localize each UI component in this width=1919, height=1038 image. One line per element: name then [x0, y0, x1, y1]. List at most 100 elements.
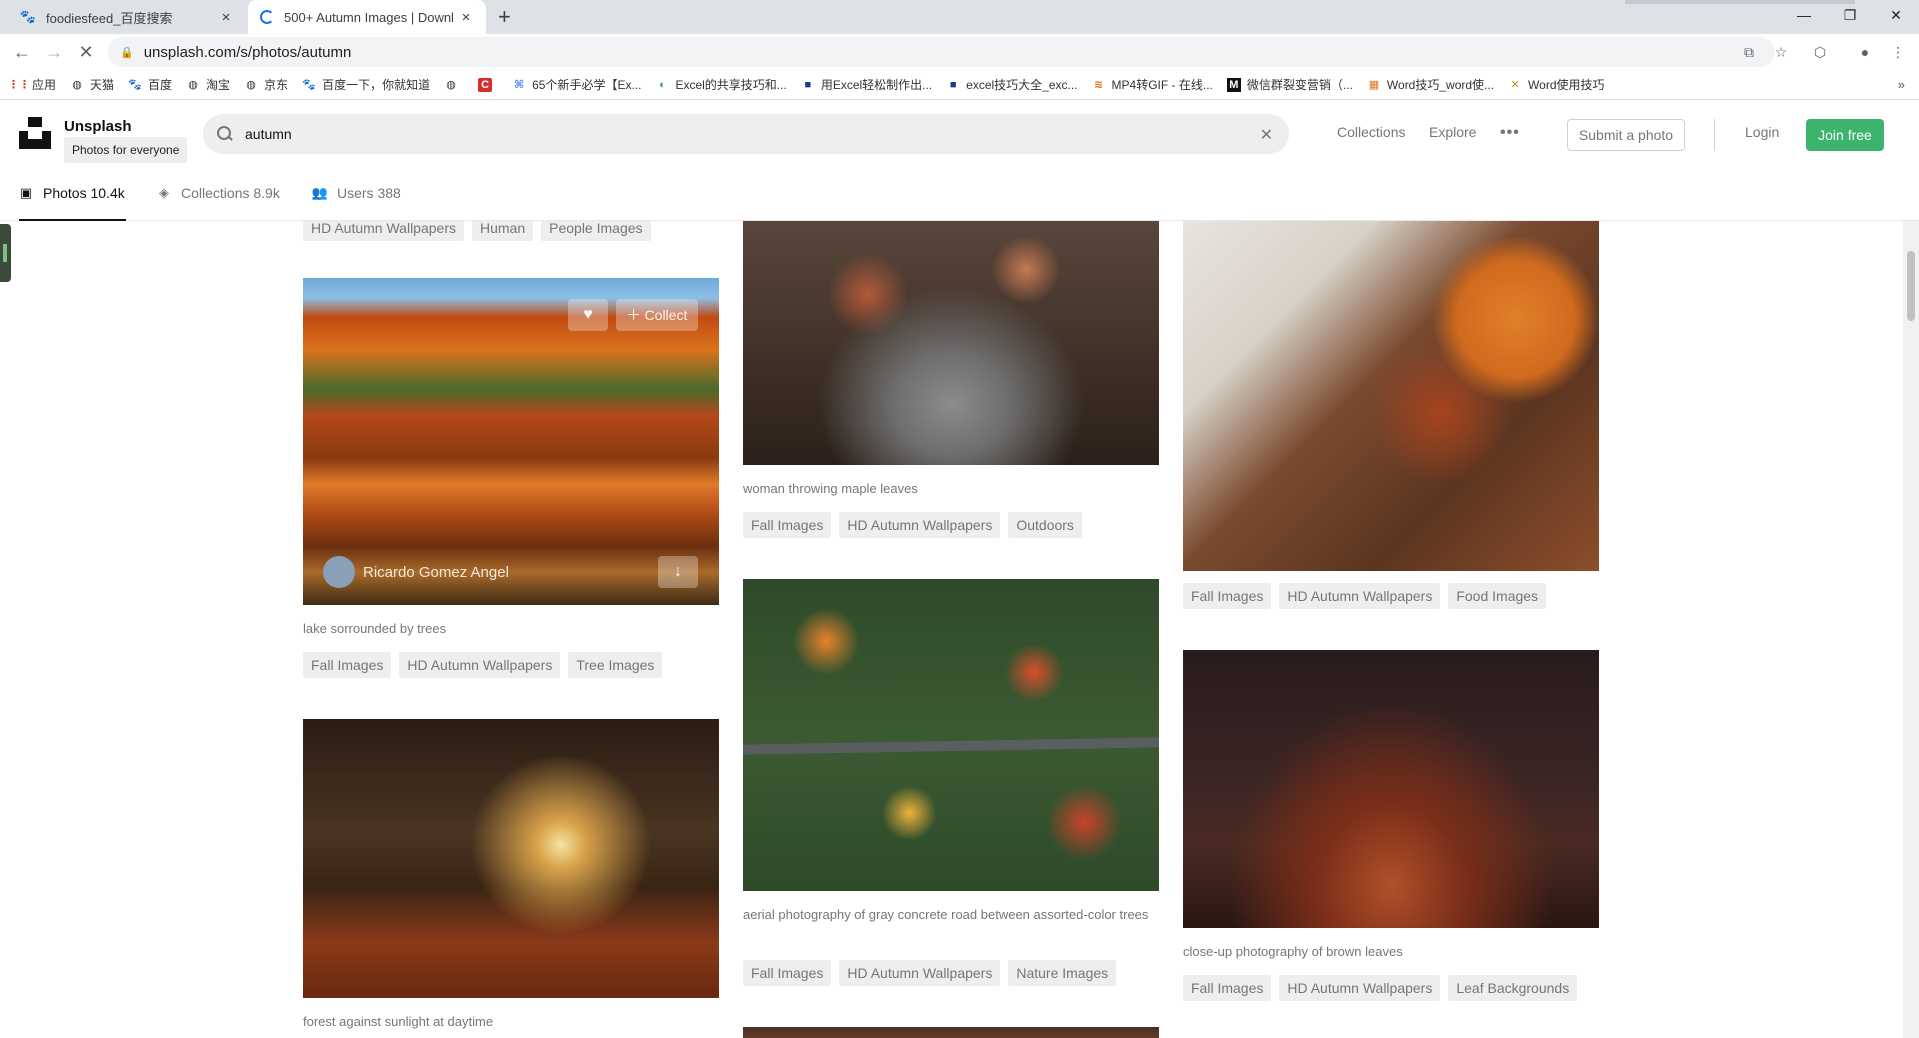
photo-woman-leaves[interactable] [743, 221, 1159, 465]
bookmark-excel-make[interactable]: ■ 用Excel轻松制作出... [801, 76, 932, 93]
tab-unsplash[interactable]: 500+ Autumn Images | Downl × [248, 0, 486, 34]
close-window-icon[interactable]: ✕ [1873, 0, 1919, 30]
star-icon[interactable]: ☆ [1771, 42, 1791, 62]
bookmark-mp4-gif[interactable]: ≋ MP4转GIF - 在线... [1092, 76, 1213, 93]
bookmark-icon: ■ [804, 78, 812, 91]
photo-next[interactable] [743, 1027, 1159, 1038]
back-arrow-icon[interactable]: ← [10, 40, 34, 64]
translate-icon[interactable]: ⧉ [1739, 42, 1759, 62]
heart-icon[interactable]: ♥ [568, 299, 608, 331]
photo-aerial-road[interactable] [743, 579, 1159, 891]
brand[interactable]: Unsplash Photos for everyone [64, 118, 195, 163]
menu-dots-icon[interactable]: ⋮ [1888, 42, 1908, 62]
tag[interactable]: HD Autumn Wallpapers [839, 960, 1001, 986]
close-icon[interactable]: × [218, 9, 234, 26]
tag[interactable]: Tree Images [568, 652, 663, 678]
tab-photos[interactable]: ▣ Photos 10.4k [19, 185, 125, 201]
bookmark-excel-65[interactable]: ⌘ 65个新手必学【Ex... [512, 76, 641, 93]
photo-author[interactable]: Ricardo Gomez Angel [323, 556, 509, 588]
extension-icon[interactable]: ⬡ [1810, 42, 1830, 62]
tag[interactable]: People Images [541, 221, 651, 241]
header-divider [1714, 119, 1715, 151]
bookmark-baidu[interactable]: 🐾 百度 [128, 76, 172, 93]
tab-baidu-search[interactable]: 🐾 foodiesfeed_百度搜索 × [8, 0, 246, 34]
photo-forest[interactable] [303, 719, 719, 998]
stop-loading-icon[interactable]: ✕ [74, 40, 98, 64]
grid-icon: ▦ [1368, 79, 1380, 91]
tag[interactable]: Fall Images [303, 652, 392, 678]
tag[interactable]: Nature Images [1008, 960, 1117, 986]
login-button[interactable]: Login [1745, 124, 1779, 140]
x-icon: ✕ [1510, 79, 1520, 91]
bookmark-baidu-home[interactable]: 🐾 百度一下，你就知道 [302, 76, 430, 93]
bookmark-label: 京东 [264, 78, 289, 92]
bookmark-word-tips[interactable]: ▦ Word技巧_word使... [1367, 76, 1494, 93]
bookmark-word-use[interactable]: ✕ Word使用技巧 [1508, 76, 1604, 93]
tag[interactable]: Fall Images [743, 512, 832, 538]
tag-list: Fall Images HD Autumn Wallpapers Outdoor… [743, 512, 1090, 538]
address-bar[interactable]: 🔒 unsplash.com/s/photos/autumn [108, 37, 1775, 67]
bookmark-label: 用Excel轻松制作出... [820, 78, 933, 92]
nav-collections[interactable]: Collections [1337, 124, 1405, 140]
search-input[interactable] [245, 126, 1225, 142]
nav-explore[interactable]: Explore [1429, 124, 1476, 140]
tag[interactable]: HD Autumn Wallpapers [399, 652, 561, 678]
bookmark-c[interactable]: C [478, 77, 498, 92]
tag[interactable]: HD Autumn Wallpapers [839, 512, 1001, 538]
users-icon: 👥 [311, 185, 329, 200]
restore-icon[interactable]: ❐ [1827, 0, 1873, 30]
more-dots-icon[interactable]: ••• [1500, 124, 1520, 142]
tag[interactable]: Leaf Backgrounds [1448, 975, 1578, 1001]
lock-icon: 🔒 [120, 46, 134, 59]
loading-spinner-icon [260, 10, 274, 24]
tab-users[interactable]: 👥 Users 388 [311, 185, 401, 201]
minimize-icon[interactable]: — [1781, 0, 1827, 30]
submit-photo-button[interactable]: Submit a photo [1567, 119, 1685, 151]
image-icon: ▣ [19, 185, 33, 200]
collect-button[interactable]: ＋ Collect [616, 299, 698, 331]
scrollbar-thumb[interactable] [1907, 251, 1915, 321]
close-icon[interactable]: × [458, 9, 474, 26]
new-tab-button[interactable]: + [498, 6, 511, 28]
profile-icon[interactable]: ● [1855, 42, 1875, 62]
join-free-button[interactable]: Join free [1806, 119, 1884, 151]
tag[interactable]: Fall Images [1183, 975, 1272, 1001]
author-name: Ricardo Gomez Angel [363, 563, 509, 581]
tag[interactable]: Fall Images [743, 960, 832, 986]
tag[interactable]: Outdoors [1008, 512, 1082, 538]
tag[interactable]: Human [471, 221, 534, 241]
page-scrollbar[interactable] [1903, 221, 1919, 1038]
photo-phone-pumpkin[interactable] [1183, 221, 1599, 571]
photo-caption: woman throwing maple leaves [743, 481, 918, 496]
tag[interactable]: HD Autumn Wallpapers [1279, 975, 1441, 1001]
download-arrow-icon[interactable]: ↓ [658, 556, 698, 588]
tag[interactable]: HD Autumn Wallpapers [1279, 583, 1441, 609]
bookmark-wechat[interactable]: M 微信群裂变营销（... [1226, 76, 1353, 93]
chevron-more-icon[interactable]: » [1898, 77, 1905, 92]
bookmark-taobao[interactable]: ◍ 淘宝 [186, 76, 230, 93]
url-text: unsplash.com/s/photos/autumn [143, 43, 352, 61]
bookmark-excel-tips[interactable]: ■ excel技巧大全_exc... [946, 76, 1078, 93]
forward-arrow-icon[interactable]: → [42, 40, 66, 64]
bookmark-globe[interactable]: ◍ [444, 78, 464, 92]
bookmark-label: Excel的共享技巧和... [675, 78, 787, 92]
unsplash-logo-icon[interactable] [19, 117, 51, 149]
photo-brown-leaves[interactable] [1183, 650, 1599, 928]
tag[interactable]: Food Images [1448, 583, 1547, 609]
tag[interactable]: HD Autumn Wallpapers [303, 221, 464, 241]
bookmark-label: 65个新手必学【Ex... [532, 78, 642, 92]
bookmark-tmall[interactable]: ◍ 天猫 [70, 76, 114, 93]
bookmark-jd[interactable]: ◍ 京东 [244, 76, 288, 93]
edge-icon: ◐ [659, 78, 666, 91]
tag[interactable]: Fall Images [1183, 583, 1272, 609]
layers-icon: ◈ [159, 185, 169, 200]
photo-caption: lake sorrounded by trees [303, 621, 447, 636]
c-icon: C [478, 77, 493, 92]
tab-collections[interactable]: ◈ Collections 8.9k [157, 185, 280, 201]
bookmark-label: Word使用技巧 [1528, 78, 1605, 92]
bookmark-apps[interactable]: ⋮⋮ 应用 [8, 76, 56, 93]
bookmark-excel-share[interactable]: ◐ Excel的共享技巧和... [655, 76, 787, 93]
clear-search-icon[interactable]: ✕ [1260, 125, 1273, 145]
tag-list: Fall Images HD Autumn Wallpapers Food Im… [1183, 583, 1554, 609]
photo-lake[interactable]: ♥ ＋ Collect Ricardo Gomez Angel ↓ [303, 278, 719, 605]
